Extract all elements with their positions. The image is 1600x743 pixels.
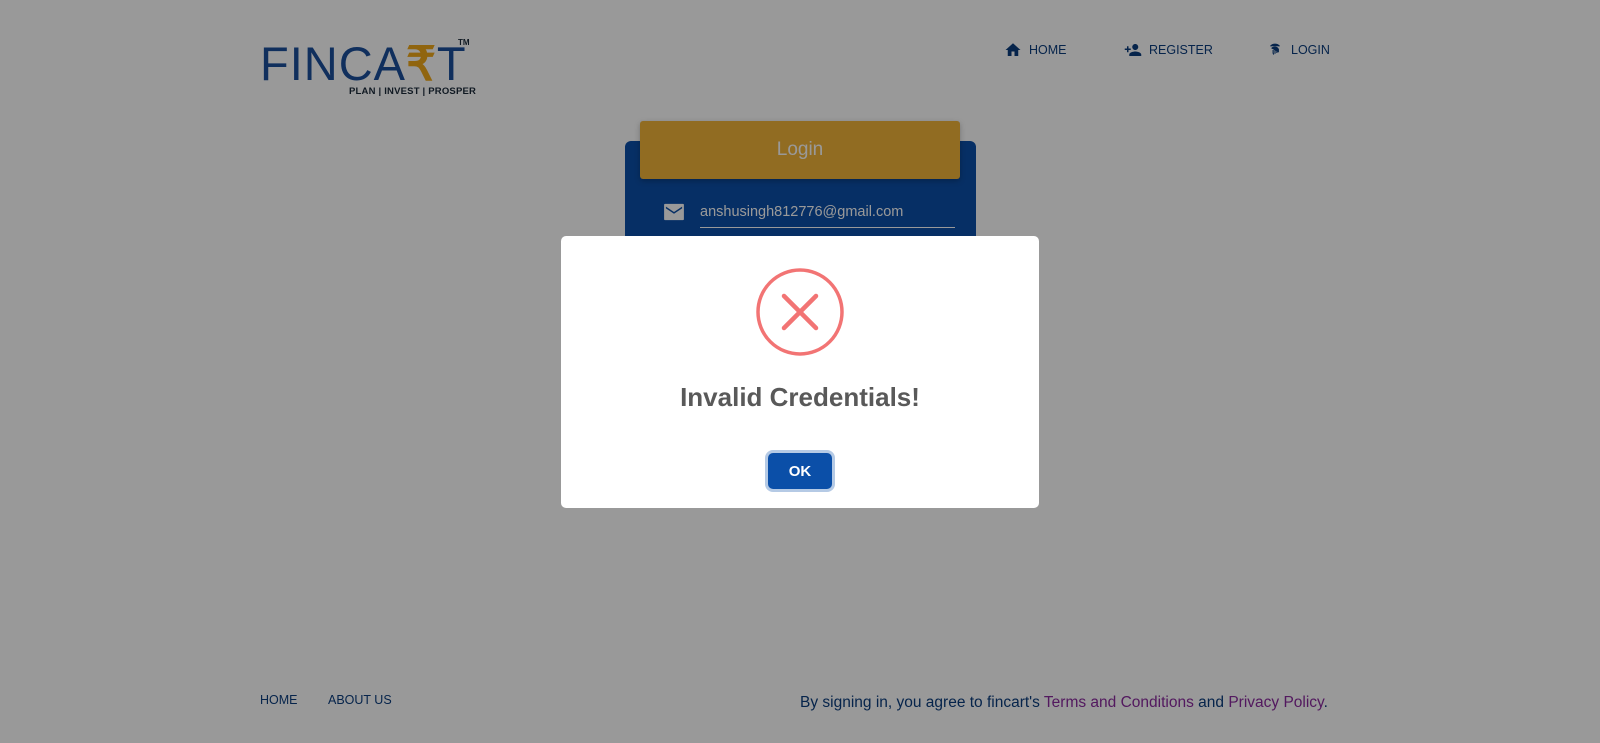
error-x-icon [756,268,844,356]
ok-button[interactable]: OK [768,453,832,489]
error-dialog: Invalid Credentials! OK [561,236,1039,508]
login-page: FINCA₹T TM PLAN | INVEST | PROSPER HOME … [0,0,1600,743]
dialog-title: Invalid Credentials! [680,382,920,412]
